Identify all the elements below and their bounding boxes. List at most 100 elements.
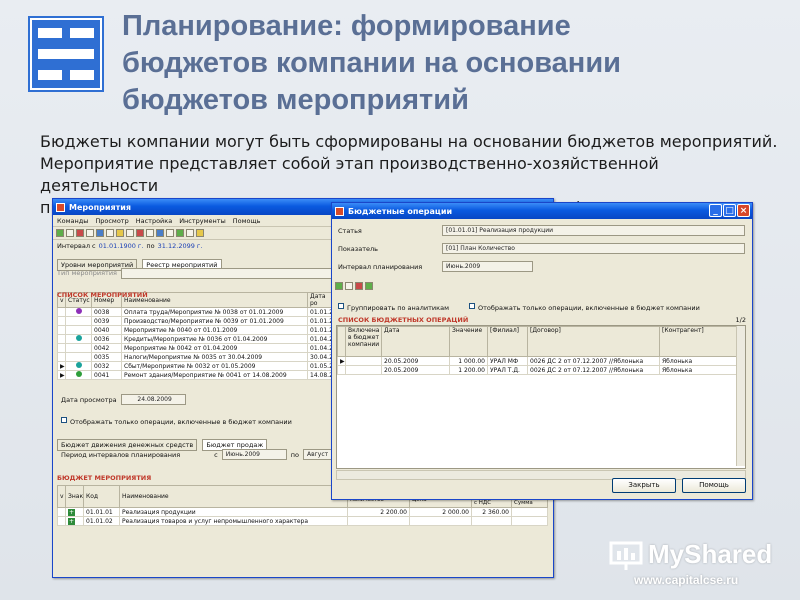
budget-price: 2 000.00	[409, 507, 472, 517]
ops-table-header: Включена в бюджет компании Дата Значение…	[337, 326, 738, 357]
budget-ops-titlebar[interactable]: Бюджетные операции _ □ ×	[332, 203, 752, 219]
ocol-value[interactable]: Значение	[449, 326, 488, 357]
help-icon[interactable]	[156, 229, 164, 237]
ocol-mark[interactable]	[337, 326, 346, 357]
bcol-name[interactable]: Наименование	[119, 485, 348, 508]
table-row[interactable]: 0035 Налоги/Мероприятие № 0035 от 30.04.2…	[57, 352, 336, 362]
interval-to[interactable]: 31.12.2099 г.	[158, 242, 203, 250]
budget-ops-window: Бюджетные операции _ □ × Статья [01.01.0…	[331, 202, 753, 500]
window-title: Бюджетные операции	[348, 206, 453, 216]
row-number: 0039	[91, 316, 122, 326]
table-row[interactable]: ▶ 0041 Ремонт здания/Мероприятие № 0041 от…	[57, 370, 336, 380]
type-label: Тип мероприятия	[57, 269, 117, 277]
menu-view[interactable]: Просмотр	[95, 217, 128, 225]
row-number: 0035	[91, 352, 122, 362]
delete-icon[interactable]	[76, 229, 84, 237]
table-row[interactable]: 0040 Мероприятие № 0040 от 01.01.2009 01.0…	[57, 325, 336, 335]
budget-sign: +	[65, 507, 84, 517]
tab-cash-flow-budget[interactable]: Бюджет движения денежных средств	[57, 439, 198, 451]
menu-help[interactable]: Помощь	[233, 217, 261, 225]
ocol-branch[interactable]: [Филиал]	[487, 326, 528, 357]
add-icon[interactable]	[56, 229, 64, 237]
slide-title-line: бюджетов компании на основании	[122, 47, 621, 79]
group-checkbox[interactable]	[338, 302, 344, 309]
presentation-icon	[609, 541, 643, 570]
interval-label: Интервал планирования	[338, 262, 423, 271]
menu-tools[interactable]: Инструменты	[179, 217, 226, 225]
copy-icon[interactable]	[86, 229, 94, 237]
minimize-icon[interactable]: _	[709, 204, 722, 217]
expand-plus-icon[interactable]: +	[68, 508, 75, 516]
table-row[interactable]: +01.01.01 Реализация продукции 2 200.00 2 0…	[57, 507, 548, 517]
op-contract: 0026 ДС 2 от 07.12.2007 //Яблонька	[527, 365, 660, 375]
maximize-icon[interactable]: □	[723, 204, 736, 217]
col-name[interactable]: Наименование	[121, 292, 308, 308]
period-from-field[interactable]: Июнь.2009	[221, 449, 287, 460]
view-date-field[interactable]: 24.08.2009	[120, 394, 186, 405]
period-label: Период интервалов планирования	[61, 450, 181, 459]
ocol-contract[interactable]: [Договор]	[527, 326, 660, 357]
row-name: Мероприятие № 0042 от 01.04.2009	[121, 343, 308, 353]
ops-options-row: Группировать по аналитикам Отображать то…	[332, 292, 752, 315]
budget-name: Реализация товаров и услуг непромышленно…	[119, 516, 348, 526]
table-row[interactable]: +01.01.02 Реализация товаров и услуг непр…	[57, 516, 548, 526]
export-icon[interactable]	[176, 229, 184, 237]
edit-icon[interactable]	[66, 229, 74, 237]
refresh-icon[interactable]	[96, 229, 104, 237]
close-button[interactable]: Закрыть	[612, 478, 676, 493]
indicator-field[interactable]: [01] План Количество	[442, 243, 745, 254]
ocol-partner[interactable]: [Контрагент]	[659, 326, 738, 357]
period-to-label: по	[290, 450, 299, 459]
ops-list-header: СПИСОК БЮДЖЕТНЫХ ОПЕРАЦИЙ 1/2	[332, 315, 752, 324]
row-name: Кредиты/Мероприятие № 0036 от 01.04.2009	[121, 334, 308, 344]
bcol-code[interactable]: Код	[83, 485, 120, 508]
menu-settings[interactable]: Настройка	[136, 217, 172, 225]
table-row[interactable]: 0036 Кредиты/Мероприятие № 0036 от 01.04.…	[57, 334, 336, 344]
report-icon[interactable]	[186, 229, 194, 237]
period-from-label: с	[214, 450, 218, 459]
add-icon[interactable]	[335, 282, 343, 290]
status-dot	[75, 362, 82, 368]
table-row[interactable]: 20.05.2009 1 200.00 УРАЛ Т.Д. 0026 ДС 2 от …	[337, 365, 738, 375]
edit-icon[interactable]	[345, 282, 353, 290]
print-icon[interactable]	[126, 229, 134, 237]
table-row[interactable]: ▶ 0032 Сбыт/Мероприятие № 0032 от 01.05.20…	[57, 361, 336, 371]
op-mark: ▶	[337, 356, 346, 366]
row-number: 0032	[91, 361, 122, 371]
table-row[interactable]: 0039 Производство/Мероприятие № 0039 от 0…	[57, 316, 336, 326]
delete-icon[interactable]	[355, 282, 363, 290]
slide-title: Планирование: формирование бюджетов комп…	[122, 8, 782, 119]
op-contract: 0026 ДС 2 от 07.12.2007 //Яблонька	[527, 356, 660, 366]
status-dot-icon	[65, 352, 92, 362]
ocol-included[interactable]: Включена в бюджет компании	[345, 326, 382, 357]
check-icon[interactable]	[365, 282, 373, 290]
help-button[interactable]: Помощь	[682, 478, 746, 493]
table-row[interactable]: 0038 Оплата труда/Мероприятие № 0038 от 0…	[57, 307, 336, 317]
company-logo	[28, 16, 104, 92]
only-ops-checkbox[interactable]	[61, 416, 67, 423]
book-icon[interactable]	[136, 229, 144, 237]
interval-from[interactable]: 01.01.1900 г.	[99, 242, 144, 250]
only-included-checkbox[interactable]	[468, 302, 475, 309]
check-icon[interactable]	[166, 229, 174, 237]
article-field[interactable]: [01.01.01] Реализация продукции	[442, 225, 745, 236]
vertical-scrollbar[interactable]	[736, 326, 745, 466]
expand-plus-icon[interactable]: +	[68, 517, 75, 525]
close-icon[interactable]: ×	[737, 204, 750, 217]
menu-commands[interactable]: Команды	[57, 217, 88, 225]
bcol-sign[interactable]: Знак	[65, 485, 84, 508]
row-name: Налоги/Мероприятие № 0035 от 30.04.2009	[121, 352, 308, 362]
bcol-mark[interactable]: v	[57, 485, 66, 508]
op-date: 20.05.2009	[381, 365, 450, 375]
table-row[interactable]: ▶ 20.05.2009 1 000.00 УРАЛ МФ 0026 ДС 2 от 0…	[337, 356, 738, 366]
filter-icon[interactable]	[106, 229, 114, 237]
ocol-date[interactable]: Дата	[381, 326, 450, 357]
status-dot	[75, 335, 82, 341]
table-row[interactable]: 0042 Мероприятие № 0042 от 01.04.2009 01.0…	[57, 343, 336, 353]
op-partner: Яблонька	[659, 365, 738, 375]
interval-field[interactable]: Июнь.2009	[442, 261, 533, 272]
search-icon[interactable]	[146, 229, 154, 237]
folder-icon[interactable]	[116, 229, 124, 237]
events-table: v Статус Номер Наименование Дата ро 0038…	[57, 292, 336, 380]
settings-icon[interactable]	[196, 229, 204, 237]
